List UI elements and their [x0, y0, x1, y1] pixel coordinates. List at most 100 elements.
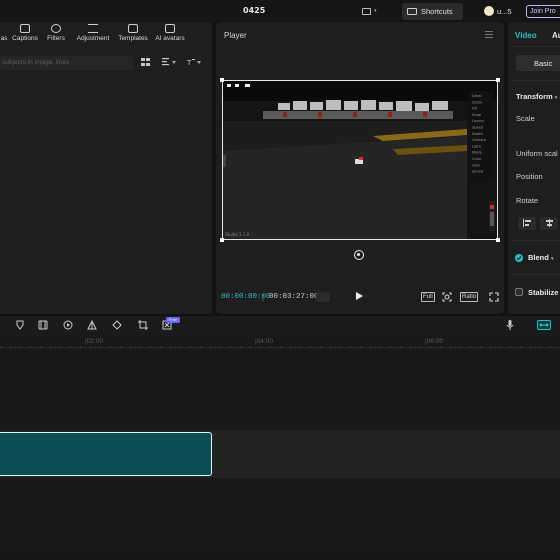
tab-filters[interactable]: Filters	[44, 24, 68, 46]
layout-button[interactable]: ▾	[362, 5, 384, 17]
resize-handle-bl[interactable]	[220, 238, 224, 242]
ruler-tick	[250, 346, 251, 348]
keyboard-icon	[407, 8, 417, 15]
preview-menu-item: Speed	[472, 126, 483, 130]
ruler-tick	[80, 346, 81, 348]
preview-menu-item: Grid	[472, 163, 480, 167]
ruler-tick	[70, 346, 71, 348]
ruler-tick	[10, 346, 11, 348]
link-toggle[interactable]	[537, 320, 551, 330]
crop-fit-icon[interactable]	[442, 292, 452, 302]
ruler-tick	[50, 346, 51, 348]
scale-label: Scale	[516, 114, 535, 123]
filters-icon	[51, 24, 61, 33]
mirror-icon[interactable]	[87, 319, 97, 330]
ruler-tick	[520, 346, 521, 348]
video-clip[interactable]	[0, 432, 212, 476]
transform-header[interactable]: Transform ▾	[516, 92, 557, 101]
ruler-tick	[90, 346, 91, 348]
rotate-label: Rotate	[516, 196, 539, 205]
rotate-clip-icon[interactable]	[112, 320, 122, 330]
microphone-icon[interactable]	[505, 320, 515, 330]
time-separator: |	[262, 293, 264, 302]
username: u...5	[497, 6, 512, 16]
tab-adjustment[interactable]: Adjustment	[74, 24, 112, 46]
tab-captions[interactable]: Captions	[10, 24, 40, 46]
ruler-tick	[290, 346, 291, 348]
ruler-tick	[330, 346, 331, 348]
search-input[interactable]: subjects in image, lines	[0, 56, 133, 70]
crop-icon[interactable]	[138, 320, 148, 330]
shield-icon[interactable]	[15, 320, 25, 330]
fullscreen-icon[interactable]	[489, 292, 499, 302]
blend-checkbox[interactable]	[515, 254, 523, 262]
player-title: Player	[224, 31, 247, 40]
tab-ai-avatars[interactable]: AI avatars	[153, 24, 187, 46]
ruler-tick	[500, 346, 501, 348]
resize-handle-tl[interactable]	[220, 78, 224, 82]
ruler-tick	[200, 346, 201, 348]
chevron-down-icon: ▾	[550, 256, 554, 262]
tab-templates[interactable]: Templates	[116, 24, 150, 46]
reverse-icon[interactable]	[63, 320, 73, 330]
layout-icon	[362, 7, 371, 15]
ruler-tick	[300, 346, 301, 348]
ruler-tick	[420, 346, 421, 348]
play-icon[interactable]	[356, 292, 363, 300]
ruler-tick	[170, 346, 171, 348]
freeze-frame-icon[interactable]	[38, 320, 48, 330]
ruler-tick	[180, 346, 181, 348]
ruler-tick	[240, 346, 241, 348]
align-left-icon[interactable]	[518, 217, 536, 230]
avatar-icon	[165, 24, 175, 33]
full-button[interactable]: Full	[421, 292, 435, 302]
ruler-tick	[20, 346, 21, 348]
preview-caption: Studio 1.1.0	[225, 232, 250, 237]
join-pro-button[interactable]: Join Pro	[526, 5, 560, 18]
ruler-tick	[510, 346, 511, 348]
chevron-down-icon: ▾	[374, 8, 377, 14]
tab-audio[interactable]: Au	[552, 31, 560, 40]
divider	[512, 240, 560, 241]
timeline-scrollbar[interactable]	[0, 552, 560, 560]
templates-icon	[128, 24, 138, 33]
ruler-tick	[110, 346, 111, 348]
project-title[interactable]: 0425	[243, 6, 265, 15]
avatar	[484, 6, 494, 16]
ruler-tick	[410, 346, 411, 348]
resize-handle-tr[interactable]	[496, 78, 500, 82]
free-badge: Free	[166, 317, 180, 323]
video-preview[interactable]: Level Zoom Fill Snap Layers Speed Depth Camera L…	[222, 80, 498, 240]
user-menu[interactable]: u...5	[484, 5, 524, 17]
ruler-tick	[480, 346, 481, 348]
tab-video[interactable]: Video	[515, 31, 537, 40]
menu-icon[interactable]	[485, 31, 493, 38]
divider	[512, 80, 560, 81]
timeline-toolbar	[0, 316, 560, 336]
rotate-icon[interactable]	[354, 250, 364, 260]
stabilize-checkbox[interactable]	[515, 288, 523, 296]
ruler-tick	[260, 346, 261, 348]
tab-basic[interactable]: Basic	[516, 55, 560, 71]
resize-handle-br[interactable]	[496, 238, 500, 242]
sort-icon[interactable]	[162, 58, 178, 67]
ruler-tick	[310, 346, 311, 348]
blend-label: Blend	[528, 253, 549, 262]
divider	[512, 46, 560, 47]
grid-view-icon[interactable]	[141, 58, 151, 67]
ratio-button[interactable]: Ratio	[460, 292, 479, 302]
shortcuts-button[interactable]: Shortcuts	[402, 3, 463, 20]
preview-scene: Level Zoom Fill Snap Layers Speed Depth Camera L…	[223, 81, 497, 239]
align-center-icon[interactable]	[540, 217, 558, 230]
top-bar	[0, 0, 560, 22]
filter-dropdown[interactable]: T	[186, 58, 203, 67]
ruler-tick	[40, 346, 41, 348]
position-label: Position	[516, 172, 543, 181]
divider	[512, 274, 560, 275]
blend-header[interactable]: Blend ▾	[528, 253, 553, 262]
tab-text[interactable]: as	[0, 24, 8, 46]
timecode-format-toggle[interactable]	[316, 292, 330, 302]
tab-captions-label: Captions	[12, 35, 38, 42]
ruler-tick	[370, 346, 371, 348]
ruler-tick	[400, 346, 401, 348]
